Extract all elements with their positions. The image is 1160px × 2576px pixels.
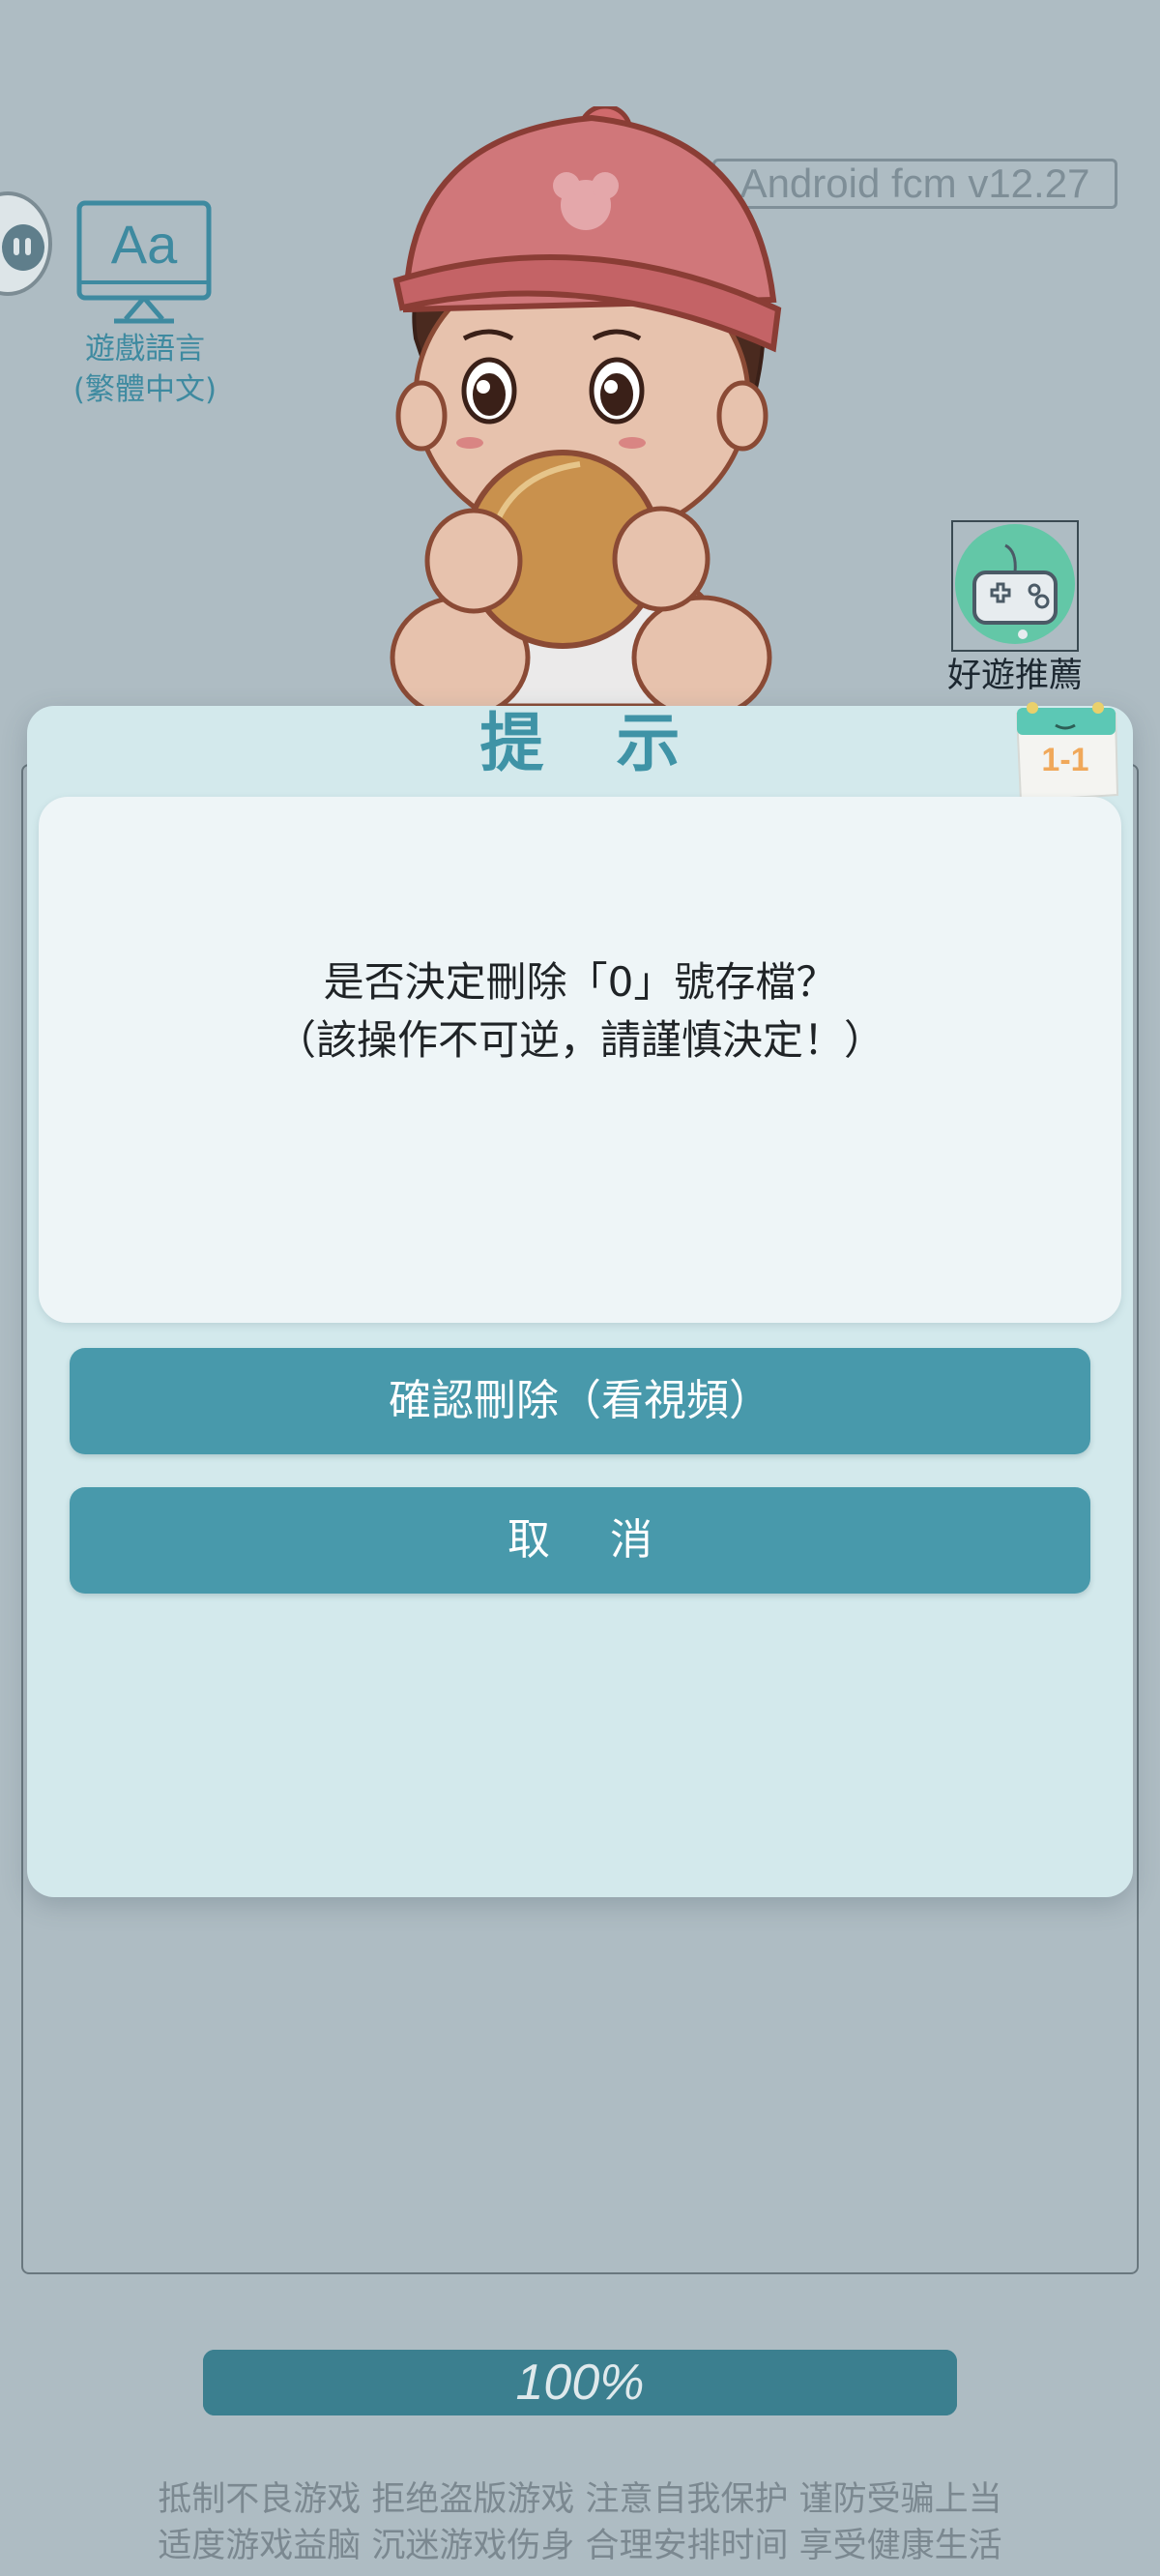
health-notice-line1: 抵制不良游戏 拒绝盗版游戏 注意自我保护 谨防受骗上当: [158, 2480, 1002, 2519]
level-badge: 1-1: [1041, 742, 1089, 778]
game-recommend-label: 好遊推薦: [946, 657, 1083, 695]
gamepad-icon: [955, 524, 1075, 644]
pause-icon: [2, 224, 44, 271]
message-line2: （該操作不可逆，請謹慎決定！）: [275, 1016, 884, 1064]
language-label-line2: (繁體中文): [72, 372, 218, 407]
health-notice-line2: 适度游戏益脑 沉迷游戏伤身 合理安排时间 享受健康生活: [158, 2527, 1002, 2565]
pause-button[interactable]: [0, 191, 52, 296]
message-line1: 是否決定刪除「0」號存檔？: [323, 958, 837, 1006]
dialog-title: 提 示: [479, 706, 706, 780]
language-label-line1: 遊戲語言: [85, 332, 205, 366]
lang-icon-text: Aa: [111, 214, 178, 275]
progress-text: 100%: [515, 2355, 645, 2411]
language-label: 遊戲語言 (繁體中文): [39, 329, 251, 410]
cancel-button[interactable]: 取 消: [70, 1487, 1090, 1594]
confirm-delete-button[interactable]: 確認刪除（看視頻）: [70, 1348, 1090, 1454]
baby-character-illustration: [390, 106, 782, 706]
monitor-aa-icon: Aa: [76, 200, 212, 324]
game-recommend-button[interactable]: [951, 520, 1079, 652]
language-button[interactable]: Aa: [75, 199, 213, 329]
